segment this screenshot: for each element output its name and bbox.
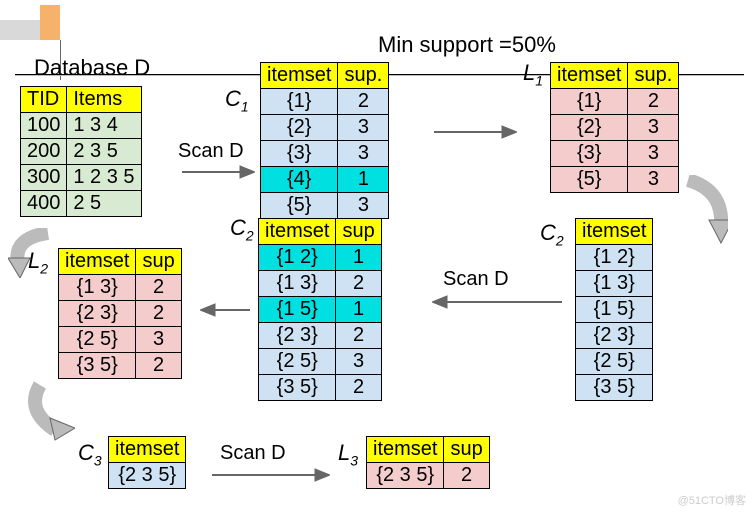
label-c3: C3 — [78, 440, 102, 468]
cell-set: {1 2} — [576, 245, 653, 271]
label-l1: L1 — [523, 60, 543, 88]
table-c3: itemset {2 3 5} — [108, 436, 186, 489]
cell-set: {1 3} — [259, 271, 336, 297]
cell-set: {2} — [551, 115, 628, 141]
arrow-icon — [200, 300, 250, 320]
cell-sup: 3 — [338, 193, 389, 219]
cell-set: {1 5} — [259, 297, 336, 323]
table-l1: itemsetsup. {1}2{2}3{3}3{5}3 — [550, 62, 679, 193]
curved-arrow-icon — [20, 380, 75, 445]
cell-tid: 200 — [21, 139, 67, 165]
cell-sup: 2 — [136, 301, 181, 327]
th-itemset: itemset — [259, 219, 336, 245]
cell-set: {2 5} — [59, 327, 136, 353]
cell-sup: 2 — [336, 323, 381, 349]
cell-set: {1 3} — [576, 271, 653, 297]
cell-set: {1} — [551, 89, 628, 115]
cell-set: {3} — [261, 141, 338, 167]
cell-sup: 1 — [336, 297, 381, 323]
cell-tid: 400 — [21, 191, 67, 217]
title-database: Database D — [34, 55, 150, 81]
curved-arrow-icon — [8, 228, 53, 278]
curved-arrow-icon — [683, 175, 728, 245]
label-c2-items: C2 — [540, 220, 564, 248]
cell-set: {2 3 5} — [109, 463, 186, 489]
table-c1: itemsetsup. {1}2{2}3{3}3{4}1{5}3 — [260, 62, 389, 219]
cell-sup: 3 — [136, 327, 181, 353]
cell-sup: 3 — [628, 115, 679, 141]
th-itemset: itemset — [576, 219, 653, 245]
cell-set: {3 5} — [259, 375, 336, 401]
cell-sup: 3 — [338, 141, 389, 167]
cell-sup: 2 — [338, 89, 389, 115]
th-itemset: itemset — [367, 437, 444, 463]
cell-sup: 2 — [336, 375, 381, 401]
cell-set: {3 5} — [576, 375, 653, 401]
cell-set: {1 2} — [259, 245, 336, 271]
cell-sup: 2 — [444, 463, 489, 489]
cell-sup: 2 — [628, 89, 679, 115]
decor-block-orange — [40, 5, 60, 40]
cell-set: {1 3} — [59, 275, 136, 301]
cell-sup: 1 — [338, 167, 389, 193]
table-database: TIDItems 1001 3 42002 3 53001 2 3 54002 … — [20, 86, 142, 217]
th-sup2: sup — [136, 249, 181, 275]
label-l3: L3 — [338, 440, 358, 468]
th-itemset: itemset — [109, 437, 186, 463]
cell-items: 2 5 — [67, 191, 141, 217]
cell-set: {2 5} — [576, 349, 653, 375]
cell-sup: 3 — [336, 349, 381, 375]
cell-sup: 2 — [136, 353, 181, 379]
cell-set: {1} — [261, 89, 338, 115]
th-sup: sup. — [628, 63, 679, 89]
cell-items: 1 2 3 5 — [67, 165, 141, 191]
arrow-icon — [210, 465, 330, 485]
cell-set: {3} — [551, 141, 628, 167]
cell-set: {5} — [551, 167, 628, 193]
cell-set: {3 5} — [59, 353, 136, 379]
cell-set: {2 5} — [259, 349, 336, 375]
arrow-icon — [432, 122, 517, 142]
th-items: Items — [67, 87, 141, 113]
th-tid: TID — [21, 87, 67, 113]
cell-set: {1 5} — [576, 297, 653, 323]
label-scand-2: Scan D — [443, 268, 509, 291]
cell-sup: 2 — [336, 271, 381, 297]
cell-sup: 3 — [628, 167, 679, 193]
cell-set: {2 3} — [576, 323, 653, 349]
cell-set: {2 3} — [59, 301, 136, 327]
cell-tid: 100 — [21, 113, 67, 139]
th-itemset: itemset — [551, 63, 628, 89]
label-c2-sup: C2 — [230, 215, 254, 243]
cell-set: {2 3} — [259, 323, 336, 349]
cell-sup: 1 — [336, 245, 381, 271]
title-min-support: Min support =50% — [378, 32, 556, 58]
watermark: @51CTO博客 — [678, 492, 746, 508]
decor-block-gray — [0, 20, 40, 40]
arrow-icon — [180, 162, 255, 182]
label-c1: C1 — [225, 86, 249, 114]
label-scand-3: Scan D — [220, 442, 286, 465]
cell-tid: 300 — [21, 165, 67, 191]
table-l3: itemsetsup {2 3 5}2 — [366, 436, 490, 489]
cell-items: 1 3 4 — [67, 113, 141, 139]
cell-sup: 2 — [136, 275, 181, 301]
th-sup2: sup — [444, 437, 489, 463]
cell-set: {5} — [261, 193, 338, 219]
table-c2-items: itemset {1 2}{1 3}{1 5}{2 3}{2 5}{3 5} — [575, 218, 653, 401]
th-itemset: itemset — [261, 63, 338, 89]
th-sup2: sup — [336, 219, 381, 245]
cell-set: {4} — [261, 167, 338, 193]
label-scand-1: Scan D — [178, 140, 244, 163]
cell-set: {2 3 5} — [367, 463, 444, 489]
th-sup: sup. — [338, 63, 389, 89]
cell-sup: 3 — [628, 141, 679, 167]
cell-items: 2 3 5 — [67, 139, 141, 165]
th-itemset: itemset — [59, 249, 136, 275]
table-l2: itemsetsup {1 3}2{2 3}2{2 5}3{3 5}2 — [58, 248, 182, 379]
arrow-icon — [432, 292, 562, 312]
table-c2-sup: itemsetsup {1 2}1{1 3}2{1 5}1{2 3}2{2 5}… — [258, 218, 382, 401]
cell-set: {2} — [261, 115, 338, 141]
cell-sup: 3 — [338, 115, 389, 141]
